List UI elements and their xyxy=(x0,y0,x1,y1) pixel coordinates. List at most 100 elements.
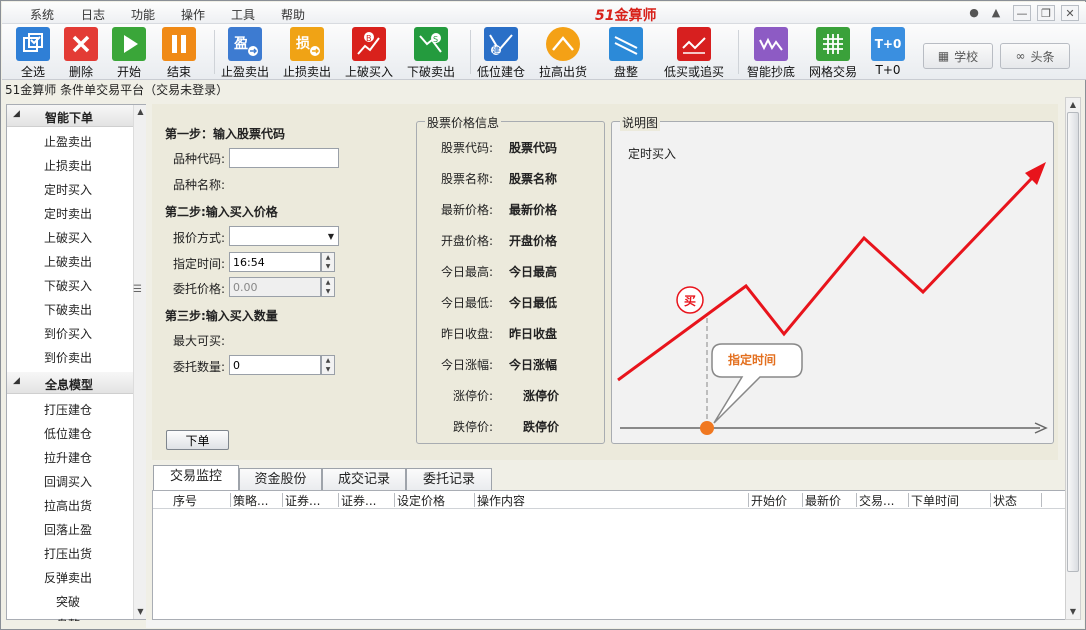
menu-tools[interactable]: 工具 xyxy=(231,6,255,23)
column-header[interactable]: 证券... xyxy=(341,492,393,509)
price-info-label: 昨日收盘: xyxy=(440,327,493,341)
column-separator[interactable] xyxy=(394,493,395,507)
stop-button[interactable]: 结束 xyxy=(148,27,210,79)
quantity-input[interactable] xyxy=(229,355,321,375)
collapse-icon[interactable]: ▲ xyxy=(987,5,1005,21)
sidebar-item-consolidation[interactable]: 盘整 xyxy=(56,616,80,621)
column-separator[interactable] xyxy=(230,493,231,507)
sidebar-item[interactable]: 低位建仓 xyxy=(44,425,92,442)
column-separator[interactable] xyxy=(990,493,991,507)
column-header[interactable]: 交易... xyxy=(859,492,909,509)
splitter-grip-icon[interactable]: ☰ xyxy=(133,284,142,295)
pull-high-button[interactable]: 拉高出货 xyxy=(532,27,594,79)
price-stepper[interactable]: ▲ ▼ xyxy=(321,277,335,297)
sidebar-item[interactable]: 反弹卖出 xyxy=(44,569,92,586)
time-stepper[interactable]: ▲ ▼ xyxy=(321,252,335,272)
spin-down-icon[interactable]: ▼ xyxy=(322,287,334,296)
menu-function[interactable]: 功能 xyxy=(131,6,155,23)
menu-operation[interactable]: 操作 xyxy=(181,6,205,23)
low-build-button[interactable]: 建 低位建仓 xyxy=(470,27,532,79)
break-up-buy-button[interactable]: B 上破买入 xyxy=(338,27,400,79)
price-info-label: 今日最高: xyxy=(440,265,493,279)
tab-order-records[interactable]: 委托记录 xyxy=(406,468,492,491)
sidebar-item[interactable]: 定时卖出 xyxy=(44,205,92,222)
sidebar-item-breakout[interactable]: 突破 xyxy=(56,593,80,610)
column-header[interactable]: 状态 xyxy=(993,492,1043,509)
take-profit-button[interactable]: 盈 止盈卖出 xyxy=(214,27,276,79)
sidebar-item[interactable]: 回落止盈 xyxy=(44,521,92,538)
column-separator[interactable] xyxy=(748,493,749,507)
tab-deal-records[interactable]: 成交记录 xyxy=(322,468,406,491)
tab-trade-monitor[interactable]: 交易监控 xyxy=(153,465,239,491)
quote-method-select[interactable]: ▼ xyxy=(229,226,339,246)
quantity-stepper[interactable]: ▲ ▼ xyxy=(321,355,335,375)
spin-down-icon[interactable]: ▼ xyxy=(322,365,334,374)
spin-up-icon[interactable]: ▲ xyxy=(322,278,334,287)
price-input[interactable] xyxy=(229,277,321,297)
tab-funds-shares[interactable]: 资金股份 xyxy=(239,468,322,491)
column-separator[interactable] xyxy=(908,493,909,507)
column-header[interactable]: 操作内容 xyxy=(477,492,747,509)
school-button[interactable]: ▦ 学校 xyxy=(923,43,993,69)
spin-down-icon[interactable]: ▼ xyxy=(322,262,334,271)
scroll-down-icon[interactable]: ▼ xyxy=(1066,605,1080,619)
column-header[interactable]: 证券... xyxy=(285,492,337,509)
column-separator[interactable] xyxy=(856,493,857,507)
column-header[interactable]: 设定价格 xyxy=(397,492,473,509)
scroll-thumb[interactable] xyxy=(1067,112,1079,572)
step3-heading: 第三步:输入买入数量 xyxy=(165,309,278,323)
column-header[interactable]: 开始价 xyxy=(751,492,803,509)
main-scrollbar[interactable]: ▲ ▼ xyxy=(1065,97,1081,620)
minimize-icon[interactable]: — xyxy=(1013,5,1031,21)
low-buy-chase-button[interactable]: 低买或追买 xyxy=(656,27,732,79)
menu-help[interactable]: 帮助 xyxy=(281,6,305,23)
break-down-sell-button[interactable]: S 下破卖出 xyxy=(400,27,462,79)
column-separator[interactable] xyxy=(282,493,283,507)
sidebar-item[interactable]: 止损卖出 xyxy=(44,157,92,174)
restore-icon[interactable]: ❐ xyxy=(1037,5,1055,21)
column-separator[interactable] xyxy=(1041,493,1042,507)
price-info-label: 今日涨幅: xyxy=(440,358,493,372)
sidebar-item[interactable]: 上破买入 xyxy=(44,229,92,246)
sidebar-item[interactable]: 定时买入 xyxy=(44,181,92,198)
sidebar-item[interactable]: 止盈卖出 xyxy=(44,133,92,150)
sidebar-item[interactable]: 打压建仓 xyxy=(44,401,92,418)
column-header[interactable]: 策略... xyxy=(233,492,285,509)
consolidation-button[interactable]: 盘整 xyxy=(595,27,657,79)
menu-system[interactable]: 系统 xyxy=(30,6,54,23)
sidebar-group-smart-order[interactable]: ◢ 智能下单 xyxy=(7,105,133,127)
column-separator[interactable] xyxy=(802,493,803,507)
sidebar-item[interactable]: 到价买入 xyxy=(44,325,92,342)
headline-button[interactable]: ∞ 头条 xyxy=(1000,43,1070,69)
column-header[interactable]: 最新价 xyxy=(805,492,859,509)
menu-log[interactable]: 日志 xyxy=(81,6,105,23)
scroll-up-icon[interactable]: ▲ xyxy=(134,105,147,119)
grid-trade-button[interactable]: 网格交易 xyxy=(802,27,864,79)
place-order-button[interactable]: 下单 xyxy=(166,430,229,450)
sidebar-item[interactable]: 上破卖出 xyxy=(44,253,92,270)
spin-up-icon[interactable]: ▲ xyxy=(322,356,334,365)
column-header[interactable]: 序号 xyxy=(173,492,229,509)
close-icon[interactable]: ✕ xyxy=(1061,5,1079,21)
stop-loss-button[interactable]: 损 止损卖出 xyxy=(276,27,338,79)
sidebar-item[interactable]: 打压出货 xyxy=(44,545,92,562)
user-icon[interactable]: ● xyxy=(965,5,983,21)
sidebar-item[interactable]: 到价卖出 xyxy=(44,349,92,366)
column-separator[interactable] xyxy=(338,493,339,507)
stock-code-input[interactable] xyxy=(229,148,339,168)
scroll-down-icon[interactable]: ▼ xyxy=(134,605,147,619)
sidebar-group-model[interactable]: ◢ 全息模型 xyxy=(7,372,133,394)
sidebar-item[interactable]: 下破买入 xyxy=(44,277,92,294)
sidebar-item[interactable]: 下破卖出 xyxy=(44,301,92,318)
spin-up-icon[interactable]: ▲ xyxy=(322,253,334,262)
t0-button[interactable]: T+0 T+0 xyxy=(857,27,919,79)
sidebar-item[interactable]: 回调买入 xyxy=(44,473,92,490)
sidebar-item[interactable]: 拉升建仓 xyxy=(44,449,92,466)
time-input[interactable] xyxy=(229,252,321,272)
column-separator[interactable] xyxy=(474,493,475,507)
sidebar-scrollbar[interactable]: ▲ ▼ xyxy=(133,105,146,619)
sidebar-item[interactable]: 拉高出货 xyxy=(44,497,92,514)
column-header[interactable]: 下单时间 xyxy=(911,492,991,509)
smart-bottom-button[interactable]: 智能抄底 xyxy=(740,27,802,79)
scroll-up-icon[interactable]: ▲ xyxy=(1066,98,1080,112)
